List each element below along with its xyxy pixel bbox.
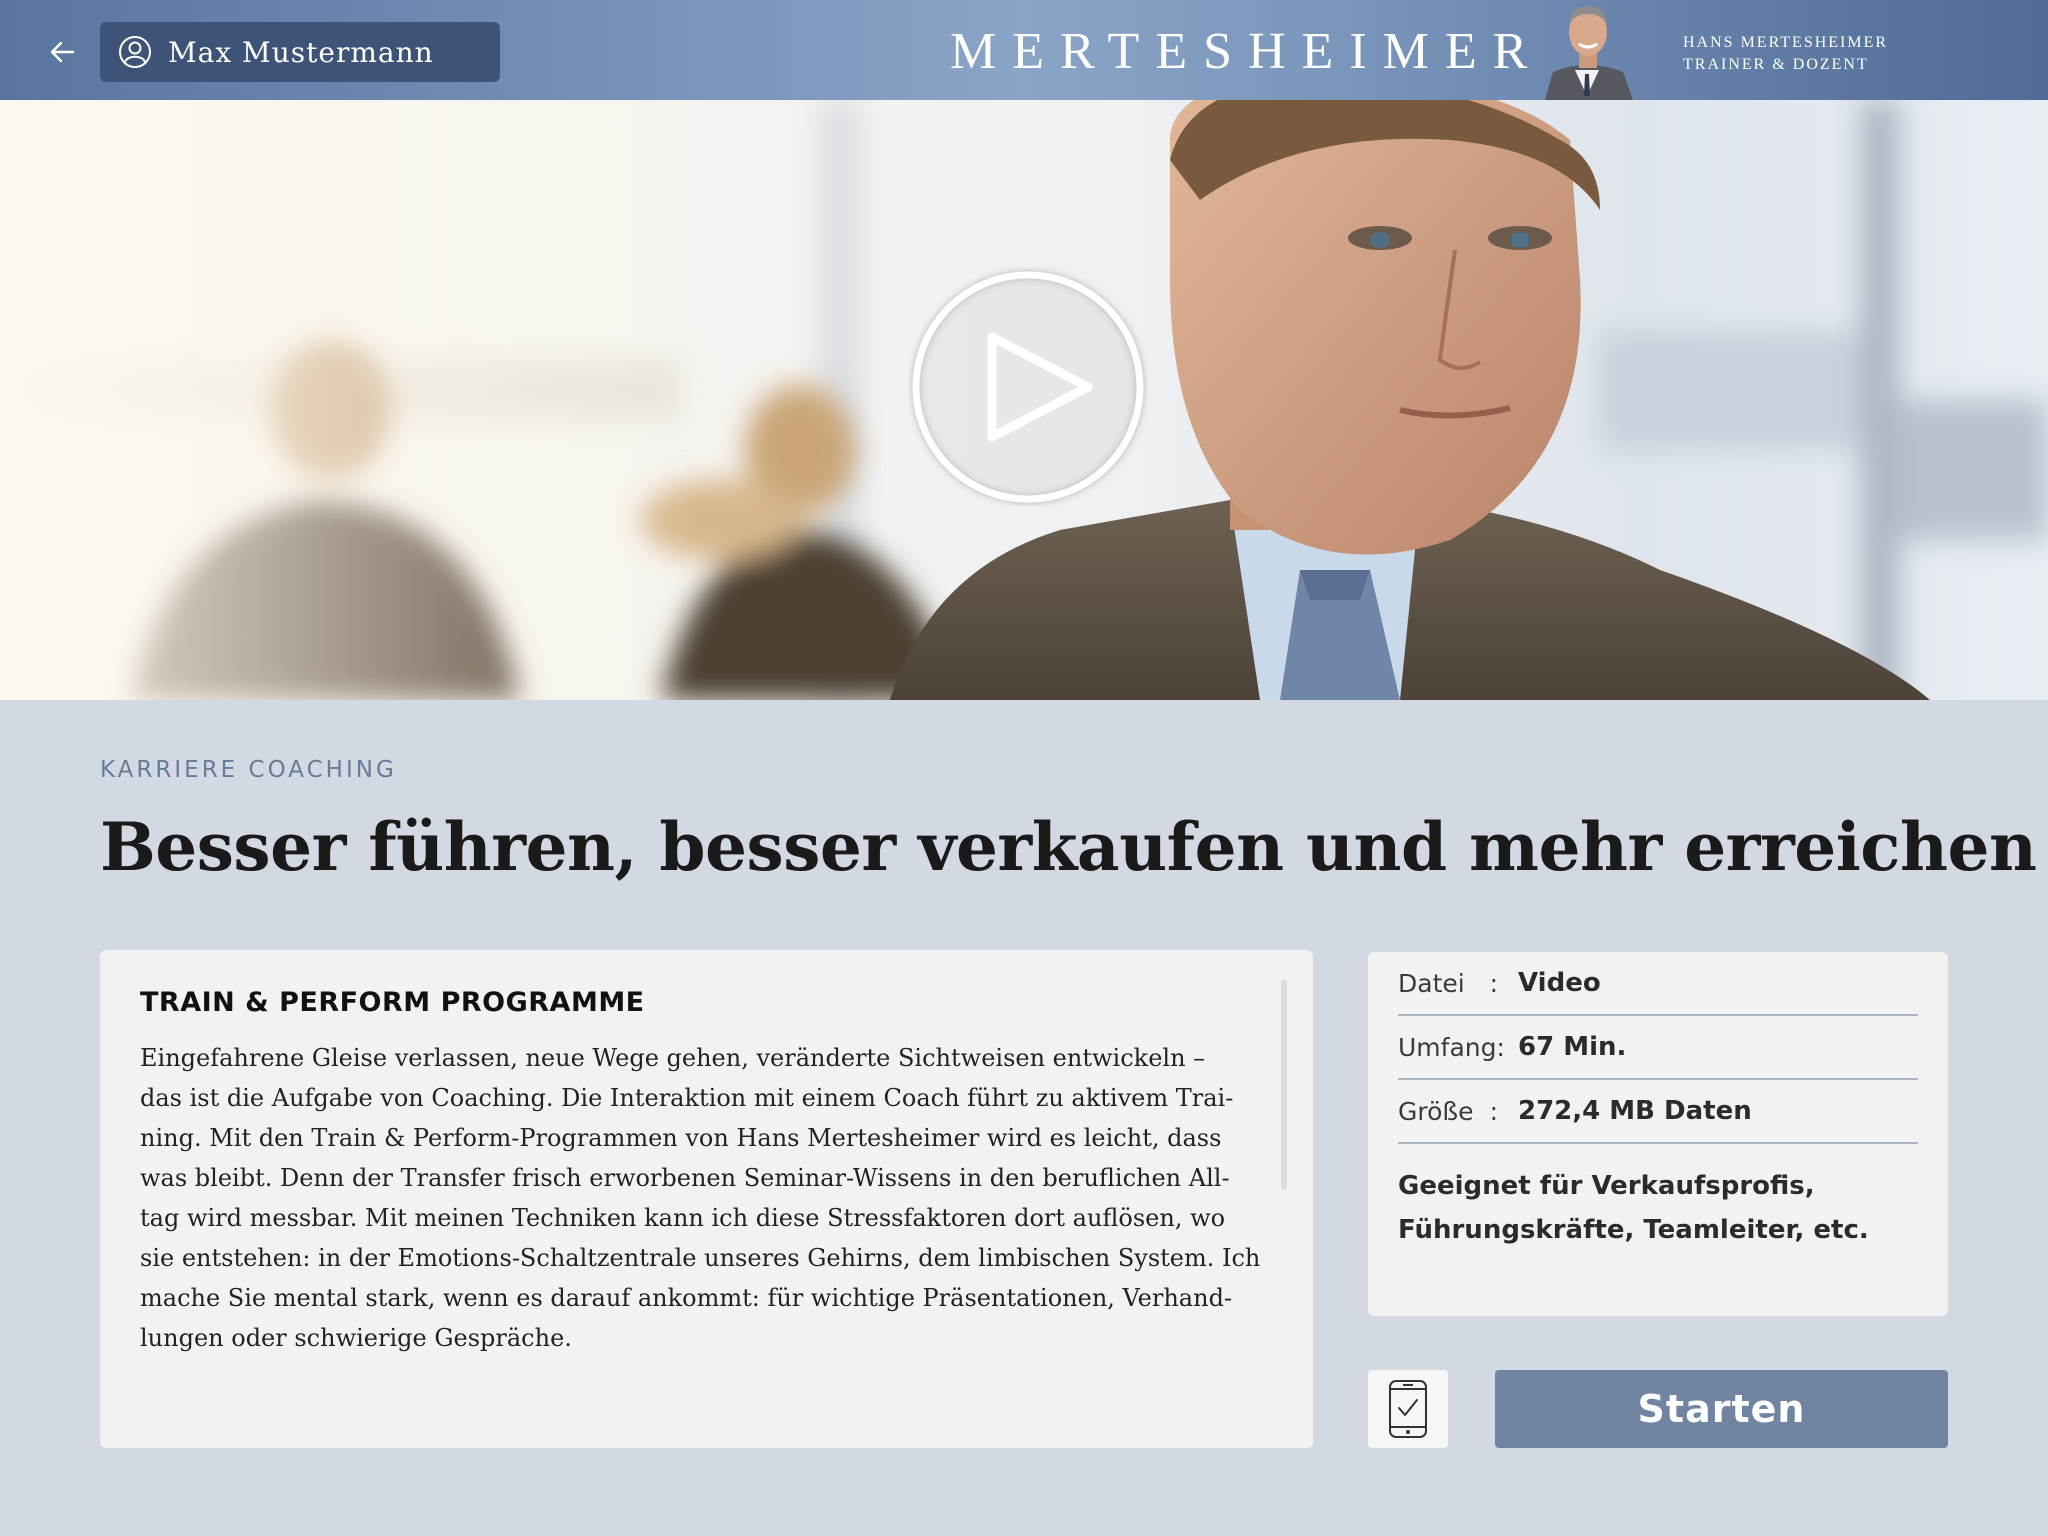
- trainer-name: HANS MERTESHEIMER: [1683, 34, 1889, 51]
- description-line: was bleibt. Denn der Transfer frisch erw…: [140, 1164, 1230, 1192]
- description-text: Eingefahrene Gleise verlassen, neue Wege…: [140, 1038, 1261, 1358]
- description-scrollbar[interactable]: [1281, 980, 1287, 1190]
- description-heading: TRAIN & PERFORM PROGRAMME: [140, 987, 645, 1018]
- user-profile-button[interactable]: Max Mustermann: [100, 22, 500, 82]
- info-row-file: Datei: Video: [1398, 952, 1918, 1016]
- description-line: tag wird messbar. Mit meinen Techniken k…: [140, 1204, 1226, 1232]
- description-line: ning. Mit den Train & Perform-Programmen…: [140, 1124, 1222, 1152]
- start-button[interactable]: Starten: [1495, 1370, 1948, 1448]
- info-separator: :: [1489, 1096, 1498, 1126]
- brand-logo: MERTESHEIMER: [950, 23, 1544, 80]
- description-line: mache Sie mental stark, wenn es darauf a…: [140, 1284, 1233, 1312]
- back-button[interactable]: [40, 30, 84, 74]
- info-value: 272,4 MB Daten: [1518, 1096, 1752, 1126]
- description-line: sie entstehen: in der Emotions-Schaltzen…: [140, 1244, 1261, 1272]
- user-icon: [119, 36, 151, 68]
- description-line: das ist die Aufgabe von Coaching. Die In…: [140, 1084, 1234, 1112]
- info-row-duration: Umfang: 67 Min.: [1398, 1016, 1918, 1080]
- info-card: Datei: Video Umfang: 67 Min. Größe: 272,…: [1368, 952, 1948, 1316]
- info-value: Video: [1518, 968, 1601, 998]
- info-key: Umfang: [1398, 1032, 1497, 1062]
- target-audience: Geeignet für Verkaufsprofis, Führungskrä…: [1398, 1164, 1918, 1252]
- info-value: 67 Min.: [1518, 1032, 1627, 1062]
- description-line: Eingefahrene Gleise verlassen, neue Wege…: [140, 1044, 1206, 1072]
- play-icon[interactable]: [908, 267, 1148, 507]
- mobile-download-button[interactable]: [1368, 1370, 1448, 1448]
- back-arrow-icon: [50, 41, 75, 63]
- info-key: Datei: [1398, 968, 1465, 998]
- page-title: Besser führen, besser verkaufen und mehr…: [100, 808, 2037, 886]
- top-bar: Max Mustermann MERTESHEIMER HANS MERTESH…: [0, 0, 2048, 100]
- smartphone-check-icon: [1389, 1380, 1427, 1438]
- info-separator: :: [1496, 1032, 1505, 1062]
- description-line: lungen oder schwierige Gespräche.: [140, 1324, 572, 1352]
- info-separator: :: [1489, 968, 1498, 998]
- target-audience-line: Geeignet für Verkaufsprofis,: [1398, 1171, 1815, 1201]
- trainer-avatar: [1535, 0, 1640, 100]
- hero-video-thumbnail[interactable]: [0, 100, 2048, 700]
- category-label: KARRIERE COACHING: [100, 757, 397, 783]
- target-audience-line: Führungskräfte, Teamleiter, etc.: [1398, 1215, 1869, 1245]
- description-card: TRAIN & PERFORM PROGRAMME Eingefahrene G…: [100, 950, 1313, 1448]
- trainer-role: TRAINER & DOZENT: [1683, 56, 1869, 73]
- trainer-info: HANS MERTESHEIMER TRAINER & DOZENT: [1683, 32, 1888, 76]
- user-name: Max Mustermann: [168, 35, 434, 69]
- info-key: Größe: [1398, 1096, 1474, 1126]
- info-row-size: Größe: 272,4 MB Daten: [1398, 1080, 1918, 1144]
